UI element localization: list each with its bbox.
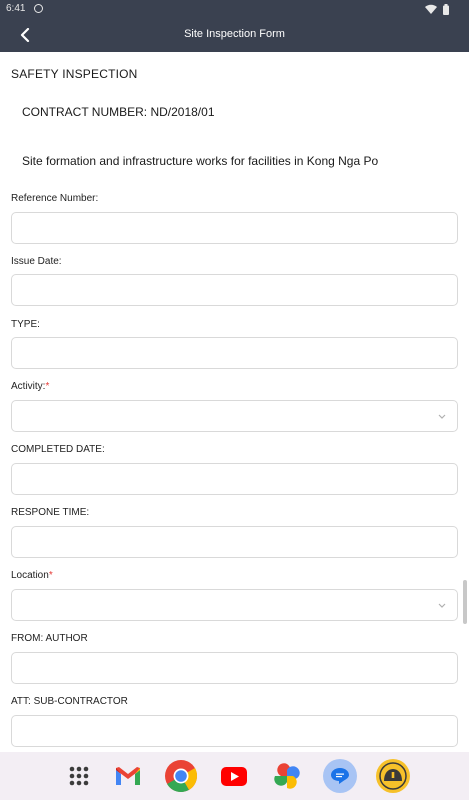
completed-date-label: COMPLETED DATE: xyxy=(11,444,105,455)
contract-number: CONTRACT NUMBER: ND/2018/01 xyxy=(22,105,215,119)
page-title: Site Inspection Form xyxy=(184,28,285,40)
type-label: TYPE: xyxy=(11,319,40,330)
messages-icon[interactable] xyxy=(323,759,357,793)
issue-date-label: Issue Date: xyxy=(11,256,62,267)
gmail-icon[interactable] xyxy=(111,759,145,793)
app-grid-icon[interactable] xyxy=(62,759,96,793)
required-mark: * xyxy=(45,381,50,392)
app-bar: Site Inspection Form xyxy=(0,18,469,52)
from-author-input[interactable] xyxy=(12,653,457,683)
section-title: SAFETY INSPECTION xyxy=(11,67,138,81)
required-mark: * xyxy=(48,570,53,581)
from-author-label: FROM: AUTHOR xyxy=(11,633,88,644)
youtube-icon[interactable] xyxy=(217,759,251,793)
reference-number-label: Reference Number: xyxy=(11,193,99,204)
activity-label-text: Activity: xyxy=(11,381,46,392)
location-select[interactable] xyxy=(11,589,458,621)
construction-app-icon[interactable] xyxy=(376,759,410,793)
location-label-text: Location xyxy=(11,570,49,581)
activity-label: Activity:* xyxy=(11,381,49,392)
scrollbar[interactable] xyxy=(463,580,467,624)
issue-date-field[interactable] xyxy=(11,274,458,306)
chevron-down-icon xyxy=(438,603,446,608)
notification-icon xyxy=(34,4,43,13)
completed-date-input[interactable] xyxy=(12,464,457,494)
type-field[interactable] xyxy=(11,337,458,369)
response-time-input[interactable] xyxy=(12,527,457,557)
location-label: Location* xyxy=(11,570,53,581)
status-bar: 6:41 xyxy=(0,0,469,18)
header: 6:41 Site Inspection Form xyxy=(0,0,469,52)
reference-number-input[interactable] xyxy=(12,213,457,243)
response-time-field[interactable] xyxy=(11,526,458,558)
status-time: 6:41 xyxy=(6,3,26,14)
att-sub-contractor-field[interactable] xyxy=(11,715,458,747)
status-icons xyxy=(425,3,449,15)
response-time-label: RESPONE TIME: xyxy=(11,507,90,518)
wifi-icon xyxy=(425,4,437,14)
reference-number-field[interactable] xyxy=(11,212,458,244)
type-input[interactable] xyxy=(12,338,457,368)
app-dock xyxy=(0,752,469,800)
att-sub-contractor-input[interactable] xyxy=(12,716,457,746)
completed-date-field[interactable] xyxy=(11,463,458,495)
photos-icon[interactable] xyxy=(270,759,304,793)
chrome-icon[interactable] xyxy=(164,759,198,793)
chevron-down-icon xyxy=(438,414,446,419)
form-content[interactable]: SAFETY INSPECTION CONTRACT NUMBER: ND/20… xyxy=(0,52,469,752)
att-sub-contractor-label: ATT: SUB-CONTRACTOR xyxy=(11,696,128,707)
from-author-field[interactable] xyxy=(11,652,458,684)
issue-date-input[interactable] xyxy=(12,275,457,305)
battery-icon xyxy=(443,3,449,15)
project-description: Site formation and infrastructure works … xyxy=(22,154,379,168)
activity-select[interactable] xyxy=(11,400,458,432)
